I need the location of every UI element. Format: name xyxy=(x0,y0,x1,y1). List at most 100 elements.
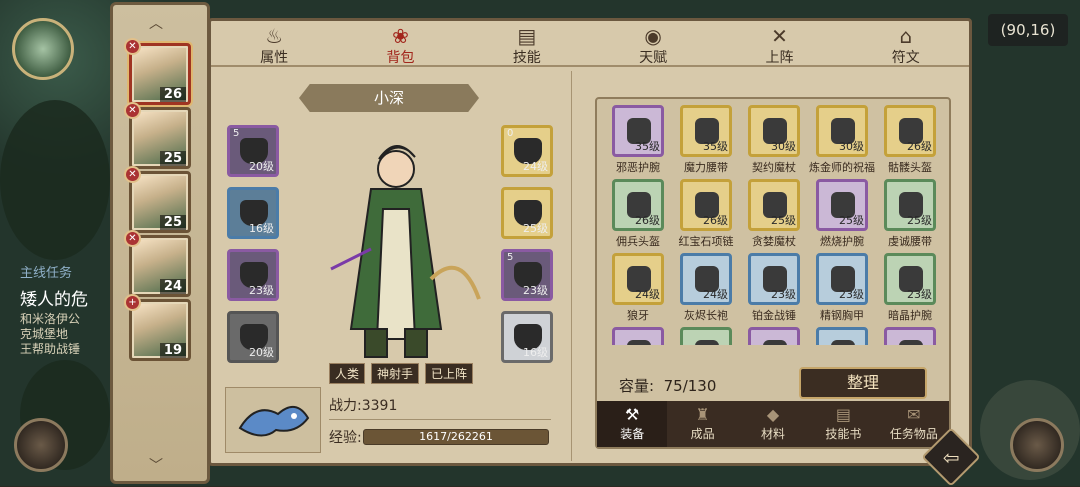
equipment-icon xyxy=(899,340,923,345)
item-level: 20级 xyxy=(249,346,274,359)
book-icon: ▤ xyxy=(517,24,537,48)
inventory-item[interactable]: 26级 骷髅头盔 xyxy=(877,105,943,177)
item-name: 贪婪魔杖 xyxy=(752,235,796,248)
inventory-item[interactable]: 25级燃烧护腕 xyxy=(809,179,875,251)
hero-list-rail: ︿ ✕ 26 ✕ 25 ✕ 25 ✕ 24 +19 ﹀ xyxy=(110,2,210,484)
equipped-item-slot[interactable]: 20级 xyxy=(227,311,279,363)
item-name: 邪恶护腕 xyxy=(616,161,660,174)
equipped-item-slot[interactable]: 16级 xyxy=(227,187,279,239)
item-frame: 25级 xyxy=(884,179,936,231)
ore-icon: ◆ xyxy=(766,405,780,424)
equipped-item-slot[interactable]: 16级 xyxy=(501,311,553,363)
tab-attributes[interactable]: ♨ 属性 xyxy=(211,21,337,66)
chevron-up-icon[interactable]: ︿ xyxy=(149,13,163,33)
item-frame: 23级 xyxy=(884,253,936,305)
inventory-item[interactable]: 25级 虔诚腰带 xyxy=(877,179,943,251)
item-level: 26级 xyxy=(907,140,932,153)
class-badge-icon: + xyxy=(124,294,141,311)
class-badge-icon: ✕ xyxy=(124,230,141,247)
settings-button[interactable] xyxy=(1010,418,1064,472)
tree-decoration xyxy=(0,100,110,260)
item-count: 5 xyxy=(507,252,514,263)
hero-slot[interactable]: ✕ 25 xyxy=(124,166,191,233)
item-name: 狼牙 xyxy=(627,309,649,322)
hero-tabs: ♨ 属性 ❀ 背包 ▤ 技能 ◉ 天赋 ✕ 上阵 ⌂ 符文 xyxy=(211,21,969,67)
item-frame: 24级 xyxy=(680,253,732,305)
inventory-item[interactable]: 26级佣兵头盔 xyxy=(605,179,671,251)
inventory-item[interactable] xyxy=(877,327,943,345)
item-name: 铂金战锤 xyxy=(752,309,796,322)
hero-slot[interactable]: ✕ 25 xyxy=(124,102,191,169)
tab-backpack[interactable]: ❀ 背包 xyxy=(337,21,463,66)
inventory-item[interactable] xyxy=(605,327,671,345)
equipped-item-slot[interactable]: 5 20级 xyxy=(227,125,279,177)
pet-slot[interactable] xyxy=(225,387,321,453)
equipped-item-slot[interactable]: 23级 xyxy=(227,249,279,301)
item-frame: 35级 xyxy=(680,105,732,157)
inventory-item[interactable]: 23级 暗晶护腕 xyxy=(877,253,943,325)
inventory-tab[interactable]: ◆ 材料 xyxy=(738,401,808,447)
inventory-item[interactable]: 23级 铂金战锤 xyxy=(741,253,807,325)
item-frame: 35级 xyxy=(612,105,664,157)
inventory-item[interactable]: 24级 灰烬长袍 xyxy=(673,253,739,325)
player-avatar[interactable] xyxy=(12,18,74,80)
inventory-item[interactable]: 23级 精钢胸甲 xyxy=(809,253,875,325)
inventory-item[interactable] xyxy=(673,327,739,345)
tab-deploy[interactable]: ✕ 上阵 xyxy=(716,21,842,66)
tab-talents[interactable]: ◉ 天赋 xyxy=(590,21,716,66)
capacity-label: 容量: 75/130 xyxy=(619,377,717,395)
home-button[interactable] xyxy=(14,418,68,472)
item-level: 16级 xyxy=(523,346,548,359)
exp-value: 1617/262261 xyxy=(419,430,493,443)
item-level: 35级 xyxy=(703,140,728,153)
inventory-tab[interactable]: ♜ 成品 xyxy=(667,401,737,447)
inventory-item[interactable]: 24级 狼牙 xyxy=(605,253,671,325)
hero-tags: 人类 神射手 已上阵 xyxy=(329,363,474,384)
inventory-item[interactable]: 35级邪恶护腕 xyxy=(605,105,671,177)
class-tag: 神射手 xyxy=(371,363,420,384)
item-frame xyxy=(884,327,936,345)
item-name: 燃烧护腕 xyxy=(820,235,864,248)
inventory-item[interactable]: 26级 红宝石项链 xyxy=(673,179,739,251)
inventory-item[interactable]: 25级贪婪魔杖 xyxy=(741,179,807,251)
hero-level: 24 xyxy=(159,279,186,294)
item-level: 25级 xyxy=(523,222,548,235)
tab-runes[interactable]: ⌂ 符文 xyxy=(843,21,969,66)
equipment-icon xyxy=(627,340,651,345)
item-level: 30级 xyxy=(771,140,796,153)
hero-level: 19 xyxy=(159,343,186,358)
equipped-item-slot[interactable]: 5 23级 xyxy=(501,249,553,301)
stat-separator xyxy=(329,419,551,420)
equipped-item-slot[interactable]: 0 24级 xyxy=(501,125,553,177)
item-frame: 25级 xyxy=(816,179,868,231)
inventory-item[interactable] xyxy=(809,327,875,345)
hero-slot[interactable]: +19 xyxy=(124,294,191,361)
inventory-item[interactable]: 30级 炼金师的祝福 xyxy=(809,105,875,177)
item-frame: 26级 xyxy=(612,179,664,231)
class-badge-icon: ✕ xyxy=(124,38,141,55)
item-name: 契约魔杖 xyxy=(752,161,796,174)
inventory-item[interactable]: 35级 魔力腰带 xyxy=(673,105,739,177)
hero-slot[interactable]: ✕ 24 xyxy=(124,230,191,297)
item-frame xyxy=(680,327,732,345)
power-value: 3391 xyxy=(361,398,398,414)
item-name: 佣兵头盔 xyxy=(616,235,660,248)
hero-level: 25 xyxy=(159,151,186,166)
item-count: 5 xyxy=(233,128,240,139)
item-level: 25级 xyxy=(839,214,864,227)
inventory-tab[interactable]: ⚒ 装备 xyxy=(597,401,668,447)
item-frame: 25级 xyxy=(748,179,800,231)
chevron-down-icon[interactable]: ﹀ xyxy=(149,455,163,475)
inventory-item[interactable]: 30级契约魔杖 xyxy=(741,105,807,177)
tab-skills[interactable]: ▤ 技能 xyxy=(464,21,590,66)
item-level: 26级 xyxy=(635,214,660,227)
power-stat: 战力:3391 xyxy=(329,398,398,414)
inventory-tab-label: 材料 xyxy=(761,427,786,441)
equipped-item-slot[interactable]: 25级 xyxy=(501,187,553,239)
sort-button[interactable]: 整理 xyxy=(799,367,927,399)
inventory-tab[interactable]: ▤ 技能书 xyxy=(808,401,878,447)
inventory-item[interactable] xyxy=(741,327,807,345)
item-level: 23级 xyxy=(523,284,548,297)
flame-icon: ♨ xyxy=(265,24,284,48)
hero-slot[interactable]: ✕ 26 xyxy=(124,38,191,105)
